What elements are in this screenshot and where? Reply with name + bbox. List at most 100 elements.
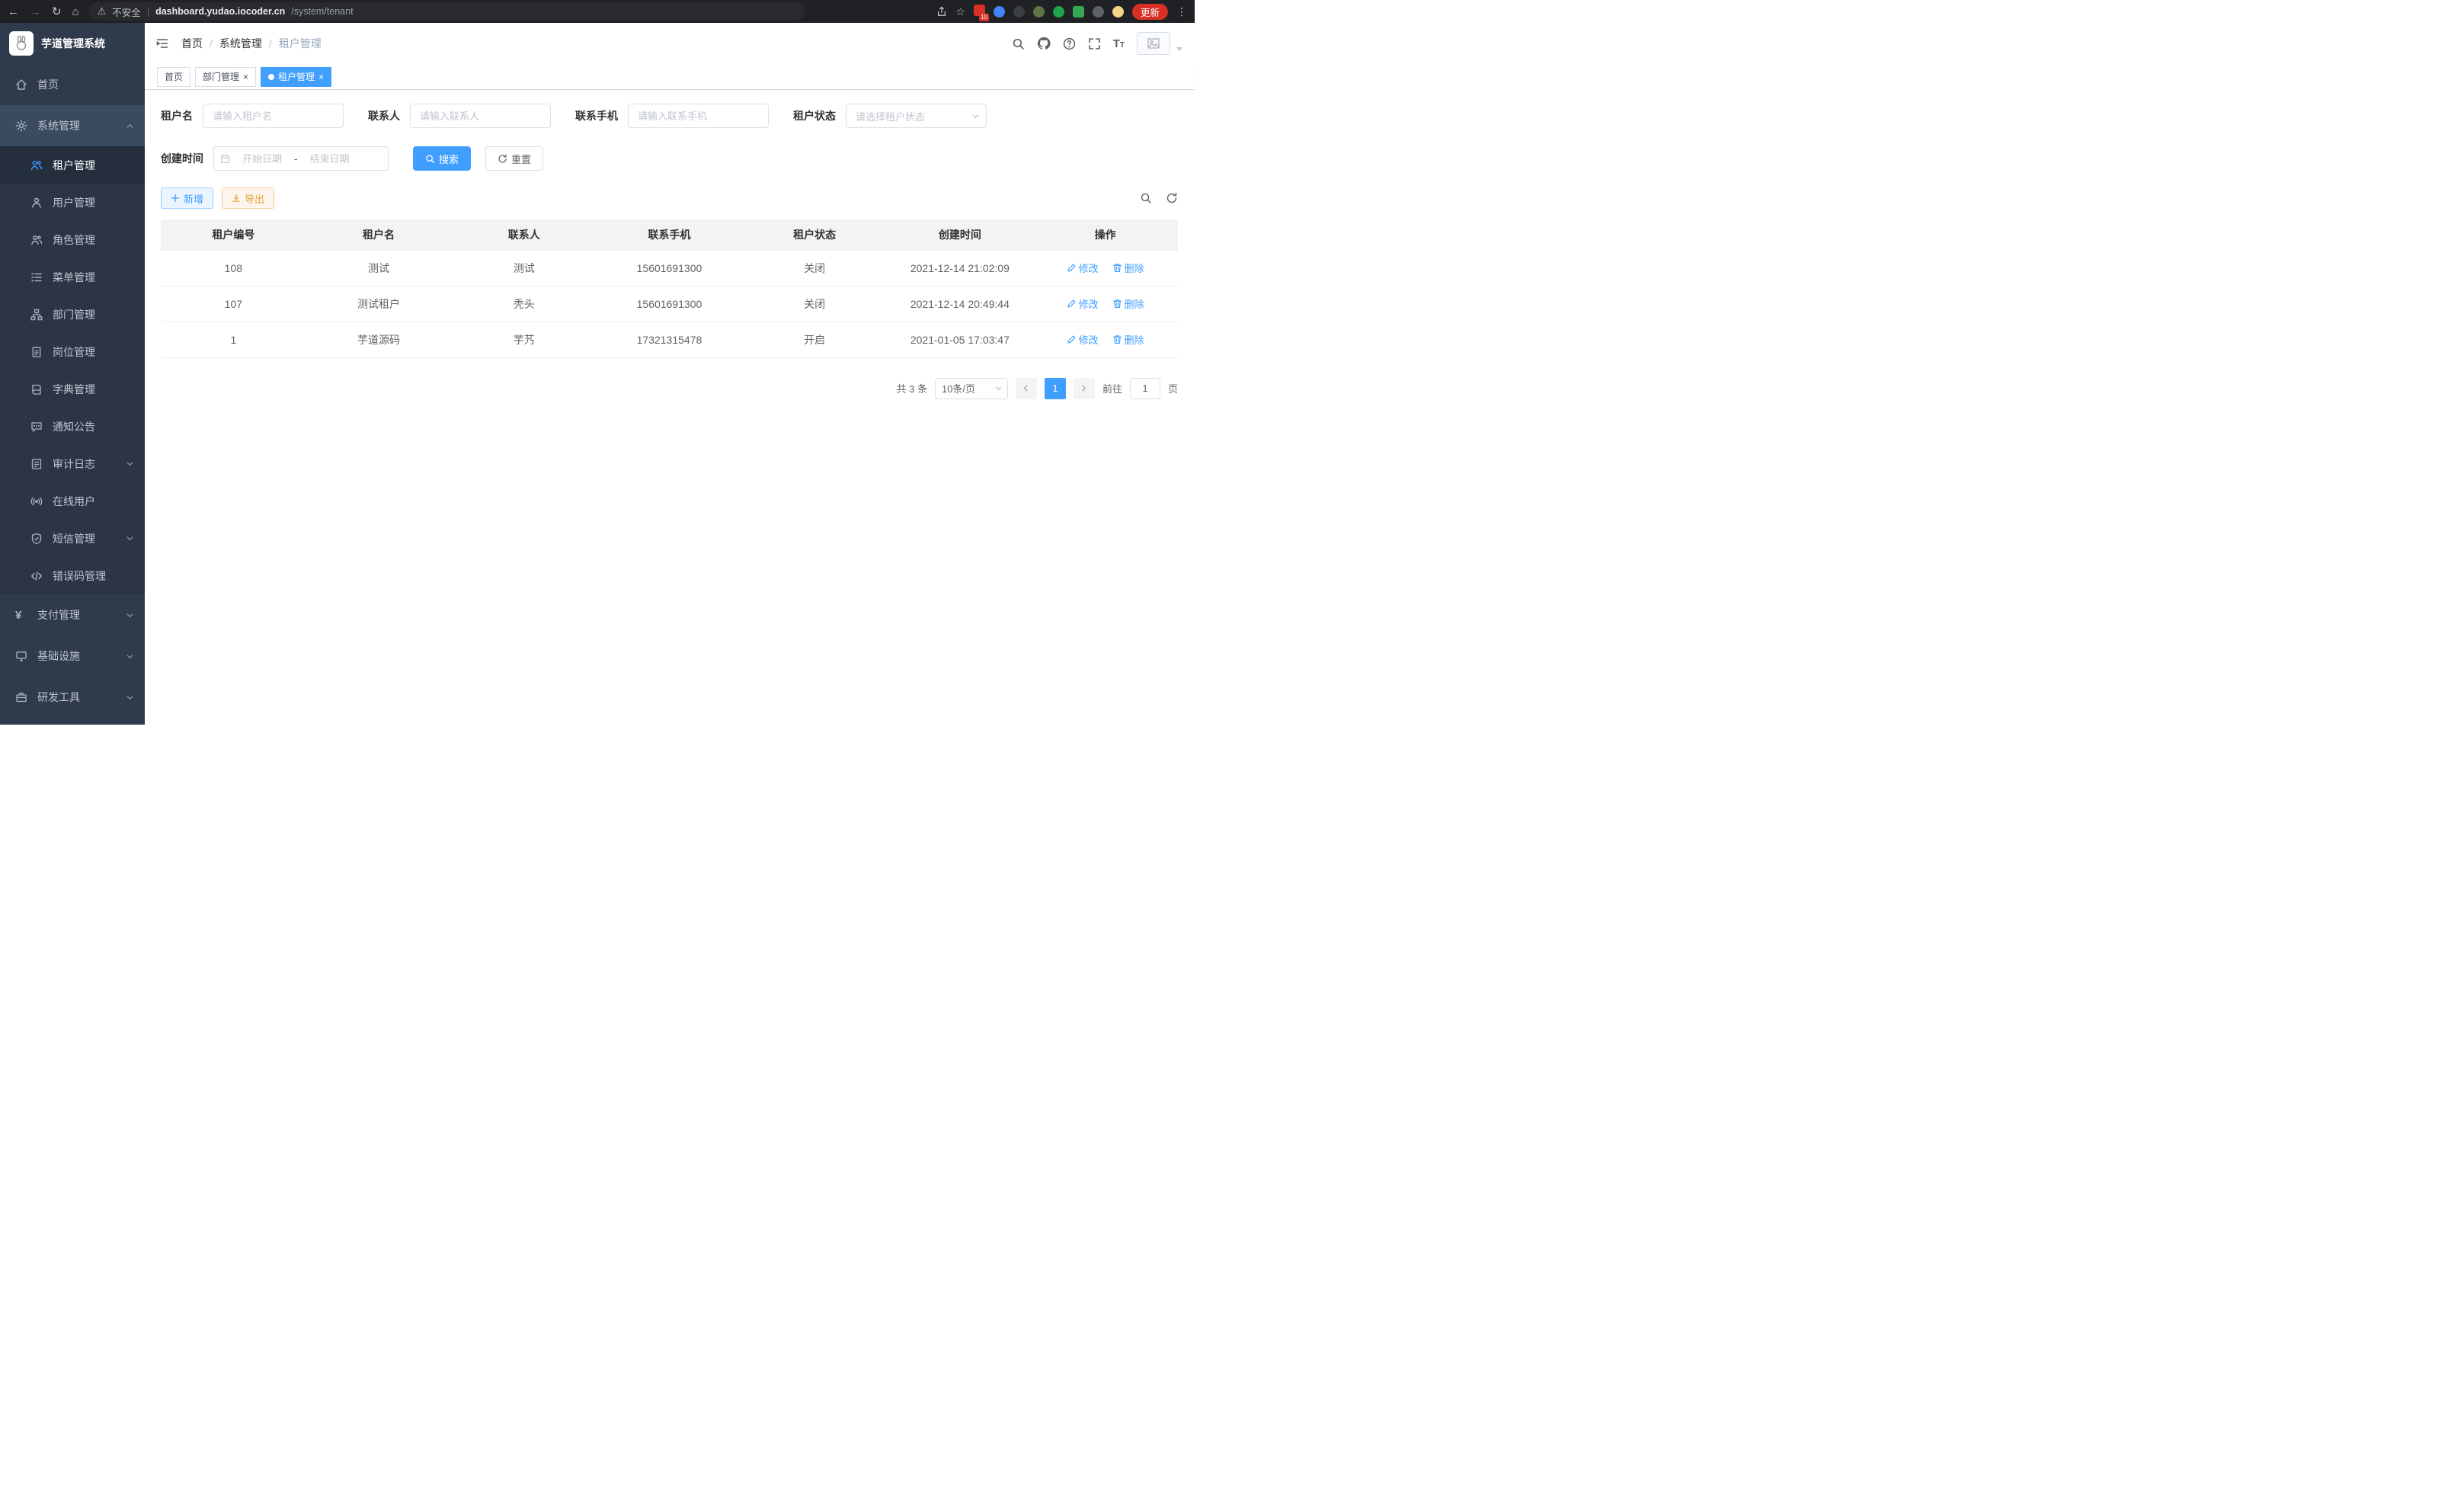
table-refresh-icon[interactable] bbox=[1166, 192, 1178, 204]
export-button[interactable]: 导出 bbox=[222, 187, 274, 209]
extension-icon[interactable]: 10 bbox=[974, 5, 985, 18]
sidebar-item-dept[interactable]: 部门管理 bbox=[0, 296, 145, 333]
end-date-input[interactable] bbox=[302, 153, 357, 165]
edit-button[interactable]: 修改 bbox=[1067, 332, 1099, 347]
extension-icon[interactable] bbox=[1013, 6, 1025, 18]
sidebar-item-role[interactable]: 角色管理 bbox=[0, 221, 145, 258]
share-icon[interactable] bbox=[936, 6, 947, 17]
sidebar-item-infra[interactable]: 基础设施 bbox=[0, 635, 145, 677]
url-path[interactable]: /system/tenant bbox=[291, 6, 353, 17]
sidebar-item-home[interactable]: 首页 bbox=[0, 64, 145, 105]
avatar-dropdown-caret-icon[interactable] bbox=[1176, 47, 1182, 51]
sidebar-item-post[interactable]: 岗位管理 bbox=[0, 333, 145, 370]
breadcrumb-home[interactable]: 首页 bbox=[181, 36, 203, 51]
sidebar-item-error-code[interactable]: 错误码管理 bbox=[0, 557, 145, 594]
extension-icon[interactable] bbox=[1073, 6, 1084, 18]
extension-icon[interactable] bbox=[1053, 6, 1064, 18]
page-number-1[interactable]: 1 bbox=[1045, 378, 1066, 399]
filter-row-1: 租户名 联系人 联系手机 租户状态 请选择租户状态 bbox=[161, 104, 1178, 128]
sidebar-item-online-user[interactable]: 在线用户 bbox=[0, 482, 145, 520]
date-separator: - bbox=[294, 152, 298, 165]
search-icon[interactable] bbox=[1012, 37, 1025, 50]
role-users-icon bbox=[30, 234, 43, 246]
sidebar-fold-icon[interactable] bbox=[155, 37, 169, 50]
filter-row-2: 创建时间 - 搜索 重置 bbox=[161, 146, 1178, 171]
extension-icon[interactable] bbox=[994, 6, 1005, 18]
prev-page-button[interactable] bbox=[1016, 378, 1037, 399]
security-label[interactable]: 不安全 bbox=[112, 5, 141, 19]
chevron-down-icon bbox=[994, 384, 1003, 392]
forward-icon[interactable]: → bbox=[30, 5, 41, 18]
cell-tenant-id: 1 bbox=[161, 322, 306, 357]
search-button[interactable]: 搜索 bbox=[413, 146, 471, 171]
delete-button[interactable]: 删除 bbox=[1112, 296, 1144, 311]
reload-icon[interactable]: ↻ bbox=[52, 5, 62, 18]
add-button[interactable]: 新增 bbox=[161, 187, 213, 209]
sidebar-item-tenant[interactable]: 租户管理 bbox=[0, 146, 145, 184]
puzzle-extension-icon[interactable] bbox=[1093, 6, 1104, 18]
page-size-select[interactable]: 10条/页 bbox=[935, 378, 1008, 399]
close-icon[interactable]: × bbox=[243, 72, 248, 82]
status-select[interactable]: 请选择租户状态 bbox=[846, 104, 987, 128]
home-icon[interactable]: ⌂ bbox=[72, 5, 79, 18]
table-header-row: 租户编号 租户名 联系人 联系手机 租户状态 创建时间 操作 bbox=[161, 219, 1178, 250]
separator: | bbox=[147, 6, 149, 17]
edit-button[interactable]: 修改 bbox=[1067, 261, 1099, 275]
reset-button[interactable]: 重置 bbox=[485, 146, 543, 171]
delete-button[interactable]: 删除 bbox=[1112, 261, 1144, 275]
breadcrumb: 首页 / 系统管理 / 租户管理 bbox=[181, 36, 322, 51]
tab-dept[interactable]: 部门管理 × bbox=[195, 67, 256, 87]
sidebar-item-pay[interactable]: ¥ 支付管理 bbox=[0, 594, 145, 635]
back-icon[interactable]: ← bbox=[8, 5, 19, 18]
sidebar-item-audit-log[interactable]: 审计日志 bbox=[0, 445, 145, 482]
toolbar: 新增 导出 bbox=[161, 187, 1178, 209]
chrome-update-button[interactable]: 更新 bbox=[1132, 4, 1168, 20]
bookmark-star-icon[interactable]: ☆ bbox=[955, 5, 965, 18]
url-host[interactable]: dashboard.yudao.iocoder.cn bbox=[155, 6, 285, 17]
cell-status: 关闭 bbox=[742, 286, 888, 322]
cell-phone: 15601691300 bbox=[597, 286, 742, 322]
notice-comment-icon bbox=[30, 421, 43, 433]
close-icon[interactable]: × bbox=[318, 72, 324, 82]
profile-avatar-icon[interactable] bbox=[1112, 6, 1124, 18]
create-time-label: 创建时间 bbox=[161, 151, 203, 166]
delete-button[interactable]: 删除 bbox=[1112, 332, 1144, 347]
edit-button[interactable]: 修改 bbox=[1067, 296, 1099, 311]
font-size-icon[interactable]: TT bbox=[1113, 37, 1125, 50]
sidebar-item-notice[interactable]: 通知公告 bbox=[0, 408, 145, 445]
github-icon[interactable] bbox=[1037, 37, 1051, 50]
fullscreen-icon[interactable] bbox=[1088, 37, 1101, 50]
extension-icon[interactable] bbox=[1033, 6, 1045, 18]
column-header: 联系手机 bbox=[597, 219, 742, 250]
app-title: 芋道管理系统 bbox=[41, 36, 105, 51]
sidebar-item-menu[interactable]: 菜单管理 bbox=[0, 258, 145, 296]
sidebar-item-devtool[interactable]: 研发工具 bbox=[0, 677, 145, 718]
sidebar-item-system[interactable]: 系统管理 bbox=[0, 105, 145, 146]
warning-icon: ⚠ bbox=[98, 5, 107, 18]
sidebar-item-sms[interactable]: 短信管理 bbox=[0, 520, 145, 557]
user-avatar[interactable] bbox=[1137, 32, 1170, 55]
logo[interactable]: 芋道管理系统 bbox=[0, 23, 145, 64]
table-row: 108 测试 测试 15601691300 关闭 2021-12-14 21:0… bbox=[161, 250, 1178, 286]
start-date-input[interactable] bbox=[235, 153, 290, 165]
cell-status: 开启 bbox=[742, 322, 888, 357]
breadcrumb-system[interactable]: 系统管理 bbox=[219, 36, 262, 51]
phone-input[interactable] bbox=[628, 104, 769, 128]
sidebar-item-user[interactable]: 用户管理 bbox=[0, 184, 145, 221]
table-search-toggle-icon[interactable] bbox=[1140, 192, 1152, 204]
contact-input[interactable] bbox=[410, 104, 551, 128]
devtool-box-icon bbox=[15, 691, 28, 703]
tenant-name-input[interactable] bbox=[203, 104, 344, 128]
next-page-button[interactable] bbox=[1074, 378, 1095, 399]
goto-page-input[interactable] bbox=[1130, 378, 1160, 399]
sidebar-item-dict[interactable]: 字典管理 bbox=[0, 370, 145, 408]
column-header: 租户名 bbox=[306, 219, 452, 250]
address-bar[interactable]: ⚠ 不安全 | dashboard.yudao.iocoder.cn /syst… bbox=[88, 2, 805, 21]
error-code-icon bbox=[30, 570, 43, 582]
tab-home[interactable]: 首页 bbox=[157, 67, 190, 87]
create-time-range-picker[interactable]: - bbox=[213, 146, 389, 171]
help-icon[interactable] bbox=[1063, 37, 1076, 50]
tab-tenant[interactable]: 租户管理 × bbox=[261, 67, 331, 87]
cell-phone: 17321315478 bbox=[597, 322, 742, 357]
browser-menu-icon[interactable]: ⋮ bbox=[1176, 5, 1187, 18]
